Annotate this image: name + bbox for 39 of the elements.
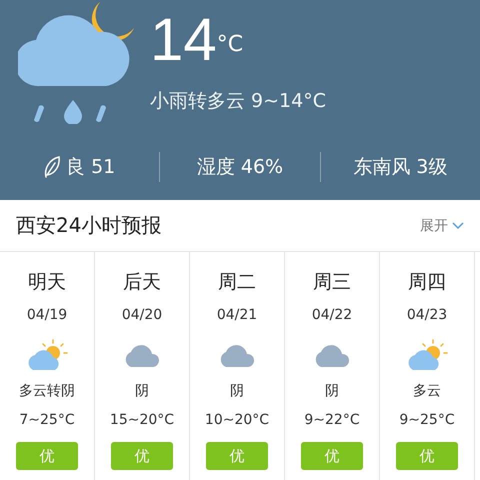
air-quality-badge: 优: [111, 442, 173, 470]
temperature-range: 9~22°C: [304, 412, 360, 430]
cloud-icon: [124, 342, 160, 368]
temperature-unit: °C: [216, 32, 244, 57]
weather-description: 多云: [413, 382, 441, 400]
temperature-range: 9~25°C: [399, 412, 455, 430]
day-name: 后天: [123, 270, 161, 295]
day-name: 周四: [408, 270, 446, 295]
forecast-date: 04/22: [312, 307, 352, 325]
day-name: 明天: [28, 270, 66, 295]
section-title: 西安24小时预报: [16, 212, 162, 239]
air-quality-badge: 优: [16, 442, 78, 470]
air-quality-badge: 优: [301, 442, 363, 470]
weather-description: 阴: [135, 382, 149, 400]
leaf-icon: [44, 156, 60, 178]
weather-description: 阴: [230, 382, 244, 400]
weather-stat: 东南风 3级: [353, 155, 448, 180]
weather-summary: 小雨转多云 9~14°C: [150, 89, 326, 114]
temperature-range: 10~20°C: [204, 412, 270, 430]
forecast-date: 04/20: [122, 307, 162, 325]
weather-stat: 湿度 46%: [196, 155, 284, 180]
chevron-down-icon: [452, 222, 464, 230]
weather-description: 多云转阴: [19, 382, 75, 400]
day-name: 周二: [218, 270, 256, 295]
day-name: 周三: [313, 270, 351, 295]
cloud-icon: [219, 342, 255, 368]
weather-description: 阴: [325, 382, 339, 400]
forecast-date: 04/23: [406, 307, 448, 325]
air-quality-badge: 优: [206, 442, 268, 470]
cloud-icon: [314, 342, 350, 368]
rain-cloud-moon-icon: [18, 0, 136, 124]
expand-button[interactable]: 展开: [420, 216, 464, 234]
air-quality: 良 51: [66, 155, 116, 180]
temperature-range: 7~25°C: [19, 412, 75, 430]
forecast-date: 04/21: [216, 307, 258, 325]
air-quality-badge: 优: [396, 442, 458, 470]
temperature-range: 15~20°C: [110, 412, 174, 430]
temperature: 14: [150, 8, 217, 72]
forecast-date: 04/19: [26, 307, 68, 325]
